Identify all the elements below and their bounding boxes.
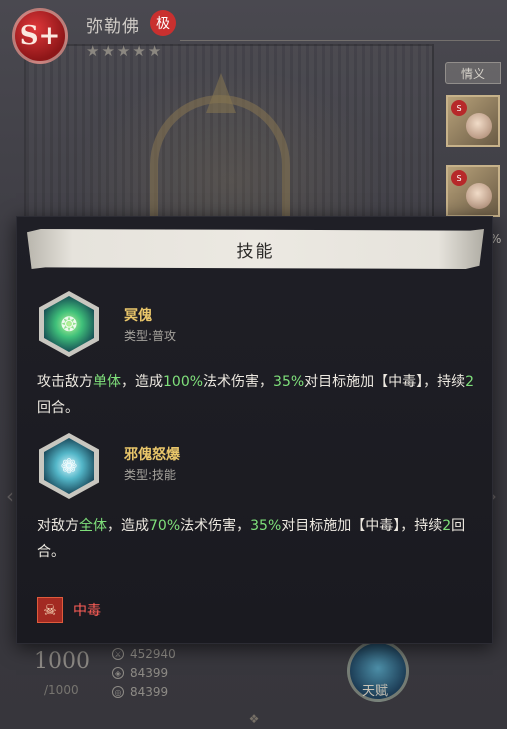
skill-icon-xieguinubao[interactable]: ❁ (39, 433, 99, 499)
rarity-tag: 极 (150, 10, 176, 36)
level-value: 1000 (34, 649, 90, 674)
description-text: 对目标施加【中毒】，持续 (281, 518, 443, 534)
stat-value: 84399 (130, 685, 169, 699)
skill-dialog: 技能 ❂ 冥傀 类型:普攻 攻击敌方单体，造成100%法术伤害，35%对目标施加… (16, 216, 493, 644)
highlight-value: 全体 (79, 518, 107, 534)
skill-type: 类型:普攻 (124, 329, 177, 343)
shield-icon: ◈ (112, 667, 124, 679)
skill-description: 攻击敌方单体，造成100%法术伤害，35%对目标施加【中毒】，持续2 回合。 (37, 369, 477, 421)
related-hero-card-2[interactable]: S (446, 165, 500, 217)
sword-icon: ⚔ (112, 648, 124, 660)
highlight-value: 2 (442, 518, 452, 534)
chevron-left-icon[interactable]: ‹ (6, 484, 14, 508)
highlight-value: 100% (163, 374, 204, 390)
stat-value: 452940 (130, 647, 176, 661)
skill-description: 对敌方全体，造成70%法术伤害，35%对目标施加【中毒】，持续2回合。 (37, 513, 477, 565)
hero-portrait (466, 113, 492, 139)
skill-name: 邪傀怒爆 (124, 447, 180, 463)
header-divider (180, 40, 500, 41)
description-text: 法术伤害， (180, 518, 251, 534)
highlight-value: 单体 (93, 374, 121, 390)
swirl-icon: ❁ (60, 454, 78, 478)
skull-icon: ☠ (37, 597, 63, 623)
background-crown-ornament (150, 95, 290, 225)
description-text: 攻击敌方 (37, 374, 93, 390)
bottom-ornament-icon: ❖ (248, 712, 260, 726)
dialog-title-banner: 技能 (27, 229, 484, 269)
orb-icon: ◎ (112, 686, 124, 698)
description-text: 对目标施加【中毒】，持续 (304, 374, 466, 390)
rank-badge: S+ (12, 8, 68, 64)
affinity-button[interactable]: 情义 (445, 62, 501, 84)
related-hero-card-1[interactable]: S (446, 95, 500, 147)
description-text: 对敌方 (37, 518, 79, 534)
description-text: ，造成 (107, 518, 149, 534)
highlight-value: 2 (465, 374, 475, 390)
description-text: ，造成 (121, 374, 163, 390)
skill-type: 类型:技能 (124, 468, 177, 482)
stat-row-attack: ⚔ 452940 (112, 647, 176, 661)
description-text: 回合。 (37, 400, 79, 416)
stat-row-magic: ◎ 84399 (112, 685, 168, 699)
hero-portrait (466, 183, 492, 209)
highlight-value: 70% (149, 518, 181, 534)
spirit-flame-icon: ❂ (60, 312, 78, 336)
star-icon: ★ (132, 42, 146, 60)
star-icon: ★ (147, 42, 162, 60)
star-icon: ★ (116, 42, 131, 60)
rank-tag-icon: S (451, 170, 467, 186)
highlight-value: 35% (273, 374, 305, 390)
level-max: /1000 (44, 683, 79, 697)
stat-value: 84399 (130, 666, 169, 680)
skill-icon-minggui[interactable]: ❂ (39, 291, 99, 357)
description-text: 法术伤害， (203, 374, 274, 390)
talent-label: 天赋 (362, 684, 389, 699)
star-icon: ★ (86, 42, 100, 60)
star-icon: ★ (101, 42, 115, 60)
hero-name: 弥勒佛 (86, 17, 140, 37)
skill-name: 冥傀 (124, 308, 152, 324)
highlight-value: 35% (250, 518, 282, 534)
stat-row-defense: ◈ 84399 (112, 666, 168, 680)
status-effect-label: 中毒 (73, 603, 101, 619)
star-rating: ★ ★ ★ ★ ★ (86, 44, 161, 59)
rank-tag-icon: S (451, 100, 467, 116)
dialog-title: 技能 (236, 241, 275, 262)
